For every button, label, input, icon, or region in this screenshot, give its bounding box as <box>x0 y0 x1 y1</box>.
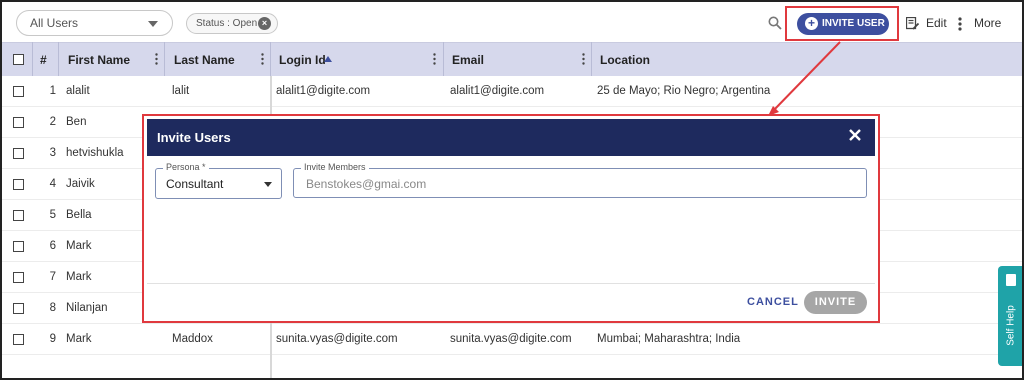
column-menu-icon[interactable] <box>582 53 585 65</box>
dialog-footer-divider <box>147 283 875 284</box>
login-id-cell: sunita.vyas@digite.com <box>276 333 398 345</box>
last-name-cell: Maddox <box>172 333 213 345</box>
login-id-cell: alalit1@digite.com <box>276 85 371 97</box>
first-name-cell: Mark <box>66 271 92 283</box>
row-number: 3 <box>49 147 56 159</box>
first-name-cell: Mark <box>66 333 92 345</box>
location-cell: 25 de Mayo; Rio Negro; Argentina <box>597 85 771 97</box>
first-name-cell: Jaivik <box>66 178 95 190</box>
column-divider <box>58 42 59 76</box>
edit-label: Edit <box>926 16 947 30</box>
search-icon[interactable] <box>768 16 782 30</box>
first-name-cell: alalit <box>66 85 90 97</box>
column-divider <box>270 42 271 76</box>
column-header-first-name[interactable]: First Name <box>68 53 130 67</box>
users-filter-value: All Users <box>30 16 79 30</box>
table-row[interactable]: 1 alalit lalit alalit1@digite.com alalit1@di… <box>2 76 1022 107</box>
first-name-cell: Bella <box>66 209 92 221</box>
table-row[interactable]: 9 Mark Maddox sunita.vyas@digite.com sunita.… <box>2 324 1022 355</box>
column-header-last-name[interactable]: Last Name <box>174 53 235 67</box>
column-menu-icon[interactable] <box>261 53 264 65</box>
invite-user-highlight: + INVITE USER <box>785 6 899 41</box>
first-name-cell: Ben <box>66 116 87 128</box>
self-help-label: Self Help <box>1005 305 1017 346</box>
column-divider <box>32 42 33 76</box>
row-checkbox[interactable] <box>13 117 24 128</box>
document-icon <box>1006 274 1016 286</box>
column-header-login-id[interactable]: Login Id <box>279 53 326 67</box>
location-cell: Mumbai; Maharashtra; India <box>597 333 741 345</box>
invite-button[interactable]: INVITE <box>804 291 867 314</box>
dialog-header: Invite Users <box>147 119 875 156</box>
persona-select[interactable]: Persona * Consultant <box>155 162 282 199</box>
chevron-down-icon <box>148 21 158 27</box>
close-icon[interactable] <box>847 127 863 143</box>
invite-users-dialog: Invite Users Persona * Consultant Invite… <box>142 114 880 323</box>
toolbar: All Users Status : Open × + INVITE USER … <box>2 2 1022 42</box>
edit-list-icon <box>906 17 919 30</box>
users-filter-select[interactable]: All Users <box>16 10 173 36</box>
last-name-cell: lalit <box>172 85 190 97</box>
persona-value: Consultant <box>166 177 224 191</box>
column-menu-icon[interactable] <box>155 53 158 65</box>
column-divider <box>443 42 444 76</box>
column-header-number: # <box>40 53 47 67</box>
row-checkbox[interactable] <box>13 179 24 190</box>
persona-label: Persona * <box>163 162 209 172</box>
first-name-cell: Mark <box>66 240 92 252</box>
invite-members-label: Invite Members <box>301 162 369 172</box>
status-filter-chip[interactable]: Status : Open × <box>186 13 278 34</box>
close-icon[interactable]: × <box>258 17 271 30</box>
row-checkbox[interactable] <box>13 210 24 221</box>
invite-members-placeholder: Benstokes@gmai.com <box>306 177 427 191</box>
more-label: More <box>974 16 1002 30</box>
column-menu-icon[interactable] <box>433 53 436 65</box>
email-cell: sunita.vyas@digite.com <box>450 333 572 345</box>
invite-members-field[interactable]: Invite Members Benstokes@gmai.com <box>293 162 867 198</box>
invite-user-label: INVITE USER <box>822 18 885 29</box>
dialog-title: Invite Users <box>157 130 231 145</box>
more-vertical-icon <box>958 17 962 31</box>
row-checkbox[interactable] <box>13 148 24 159</box>
column-header-email[interactable]: Email <box>452 53 484 67</box>
column-header-location[interactable]: Location <box>600 53 650 67</box>
row-number: 5 <box>49 209 56 221</box>
row-checkbox[interactable] <box>13 86 24 97</box>
row-number: 9 <box>49 333 56 345</box>
cancel-button[interactable]: CANCEL <box>747 296 799 308</box>
row-checkbox[interactable] <box>13 272 24 283</box>
app-frame: All Users Status : Open × + INVITE USER … <box>0 0 1024 380</box>
row-checkbox[interactable] <box>13 303 24 314</box>
invite-user-button[interactable]: + INVITE USER <box>797 13 889 35</box>
column-divider <box>164 42 165 76</box>
row-number: 4 <box>49 178 56 190</box>
select-all-checkbox[interactable] <box>13 54 24 65</box>
column-divider <box>591 42 592 76</box>
first-name-cell: Nilanjan <box>66 302 108 314</box>
row-checkbox[interactable] <box>13 334 24 345</box>
chevron-down-icon <box>264 182 272 187</box>
row-number: 2 <box>49 116 56 128</box>
first-name-cell: hetvishukla <box>66 147 124 159</box>
sort-ascending-icon[interactable] <box>324 56 332 62</box>
row-number: 1 <box>49 85 56 97</box>
self-help-tab[interactable]: Self Help <box>998 266 1022 366</box>
row-checkbox[interactable] <box>13 241 24 252</box>
row-number: 8 <box>49 302 56 314</box>
row-number: 6 <box>49 240 56 252</box>
status-chip-label: Status : Open <box>196 18 258 29</box>
row-number: 7 <box>49 271 56 283</box>
email-cell: alalit1@digite.com <box>450 85 545 97</box>
add-circle-icon: + <box>805 17 818 30</box>
